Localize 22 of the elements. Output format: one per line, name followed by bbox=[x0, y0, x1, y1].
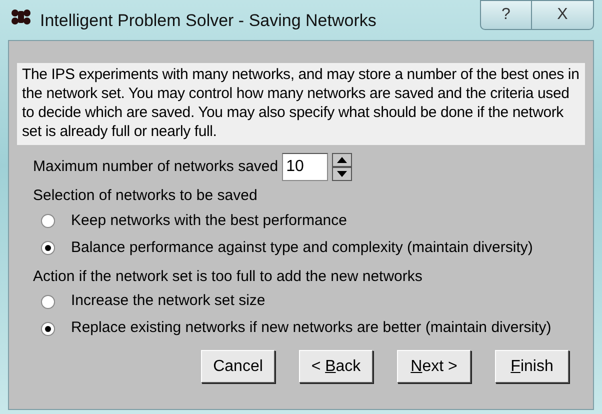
back-button[interactable]: < Back bbox=[299, 350, 373, 383]
app-icon bbox=[10, 8, 32, 26]
radio-button[interactable] bbox=[41, 322, 55, 336]
group-label: Action if the network set is too full to add the new networks bbox=[32, 266, 424, 286]
max-networks-field[interactable]: 10 bbox=[282, 153, 328, 181]
next-button[interactable]: Next > bbox=[397, 350, 471, 383]
radio-button[interactable] bbox=[41, 214, 55, 228]
option-label[interactable]: Balance performance against type and complexity (maintain diversity) bbox=[71, 236, 533, 260]
option-label[interactable]: Increase the network set size bbox=[71, 290, 266, 313]
description-text: The IPS experiments with many networks, and may store a number of the best ones in the network set. You may control how many networks are saved and the criteria used to decide which are saved. You may also specify what should be done if the network set is already full or nearly full. bbox=[17, 63, 585, 145]
finish-button[interactable]: Finish bbox=[495, 350, 569, 383]
spinner-icon[interactable] bbox=[332, 153, 352, 181]
radio-button[interactable] bbox=[41, 241, 55, 255]
option-label[interactable]: Replace existing networks if new networks are better (maintain diversity) bbox=[71, 317, 552, 340]
window-title: Intelligent Problem Solver - Saving Networks bbox=[40, 10, 376, 32]
max-networks-label: Maximum number of networks saved bbox=[33, 156, 278, 177]
option-label[interactable]: Keep networks with the best performance bbox=[71, 210, 347, 232]
radio-button[interactable] bbox=[41, 294, 55, 308]
cancel-button[interactable]: Cancel bbox=[201, 350, 275, 383]
close-button[interactable]: X bbox=[532, 0, 594, 30]
group-label: Selection of networks to be saved bbox=[32, 186, 258, 206]
help-button[interactable]: ? bbox=[480, 0, 532, 30]
